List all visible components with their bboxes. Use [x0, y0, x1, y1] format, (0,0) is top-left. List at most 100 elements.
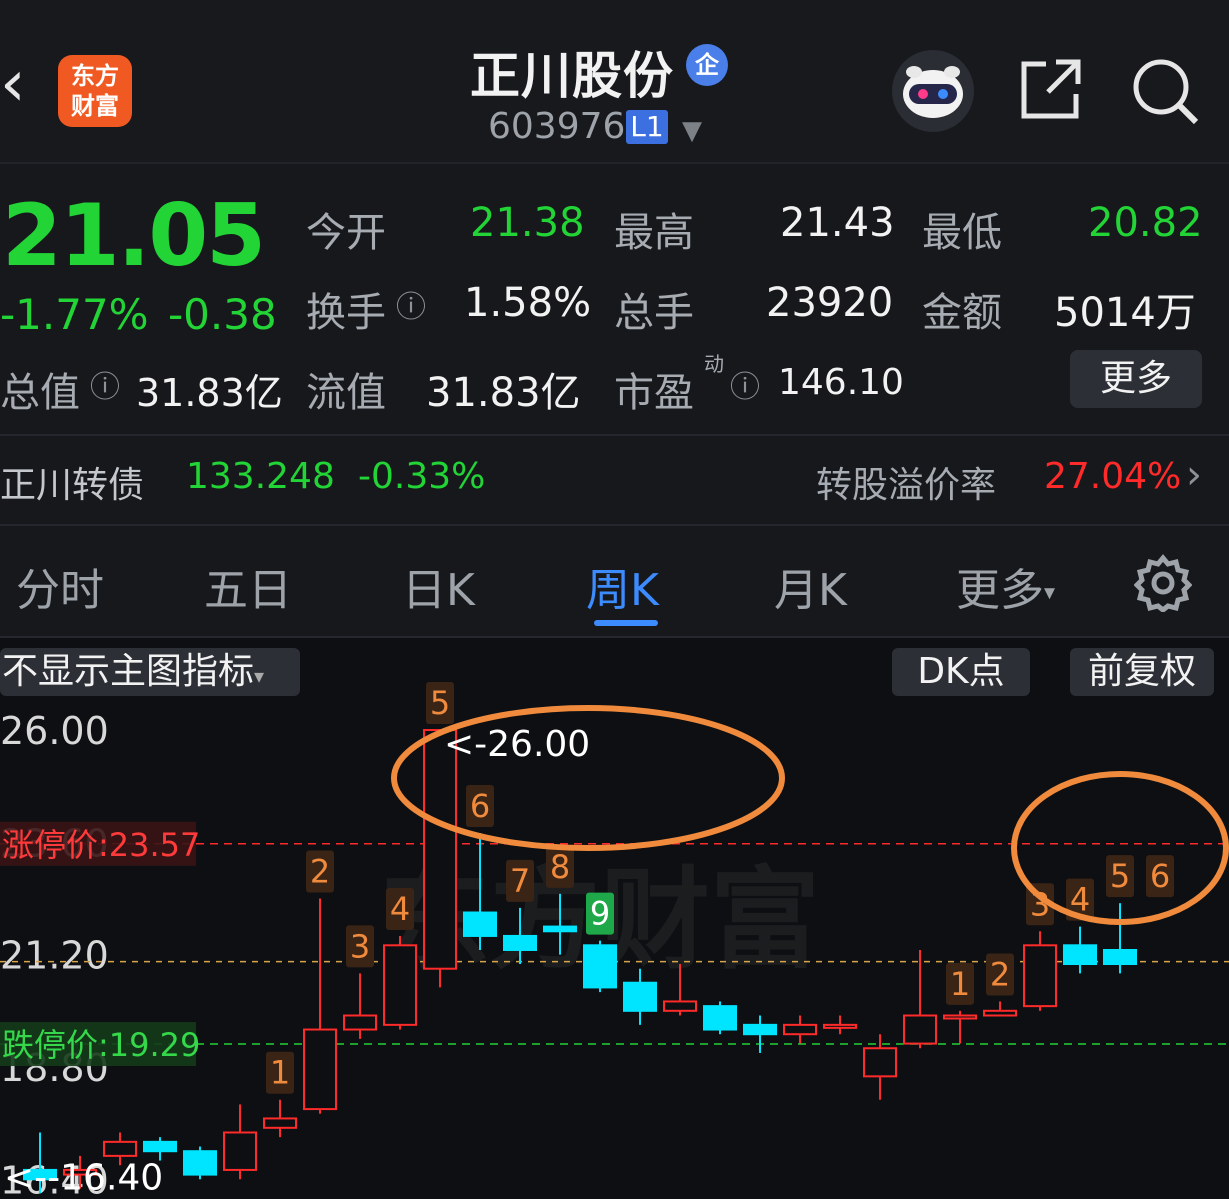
kline-chart-panel[interactable]: 不显示主图指标▾ DK点 前复权 东方财富 26.0023.6021.2018.…: [0, 638, 1229, 1199]
tab-five-day[interactable]: 五日: [204, 554, 292, 618]
candle-body: [463, 911, 497, 937]
td-count-label: 2: [990, 955, 1010, 993]
chart-period-tabs: 分时 五日 日K 周K 月K 更多▾: [0, 524, 1229, 638]
app-logo-text-bottom: 财富: [71, 92, 119, 120]
td-count-label: 3: [350, 927, 370, 965]
share-icon: [1021, 59, 1081, 119]
pe-dynamic-sup: 动: [704, 352, 724, 376]
app-logo[interactable]: 东方 财富: [58, 55, 132, 127]
candle-body: [983, 1009, 1017, 1017]
convertible-bond-row[interactable]: 正川转债 133.248 -0.33% 转股溢价率 27.04% ›: [0, 434, 1229, 526]
candle-body: [1063, 944, 1097, 966]
candle-body: [783, 1023, 817, 1036]
y-tick-label: 21.20: [0, 934, 109, 978]
candle-body: [143, 1140, 177, 1153]
td-count-label: 6: [1150, 857, 1170, 895]
candle-body: [743, 1023, 777, 1036]
caret-down-icon: ▾: [1044, 580, 1056, 606]
candle-body: [103, 1140, 137, 1157]
info-icon[interactable]: ⓘ: [730, 362, 760, 406]
candle-body: [663, 1000, 697, 1012]
candle-body: [583, 944, 617, 989]
active-tab-indicator: [594, 620, 658, 626]
tab-weekly-k[interactable]: 周K: [586, 554, 659, 618]
level-badge[interactable]: L1: [626, 110, 668, 144]
td-count-label: 5: [430, 684, 450, 722]
tab-monthly-k[interactable]: 月K: [774, 554, 847, 618]
float-cap-value: 31.83亿: [426, 370, 581, 416]
change-percent: -1.77%: [0, 290, 149, 339]
td-count-label: 4: [390, 890, 410, 928]
chevron-left-icon: ‹: [0, 47, 26, 121]
td-count-label: 1: [270, 1054, 290, 1092]
candle-body: [503, 934, 537, 951]
candle-body: [223, 1131, 257, 1171]
more-quote-button[interactable]: 更多: [1070, 350, 1202, 408]
volume-label: 总手: [614, 290, 694, 336]
premium-value: 27.04%: [1044, 456, 1182, 497]
turnover-value: 1.58%: [464, 280, 592, 326]
market-cap-label: 总值: [0, 370, 80, 416]
premium-label: 转股溢价率: [816, 465, 997, 506]
app-logo-text-top: 东方: [71, 62, 119, 90]
search-icon: [1133, 59, 1199, 125]
open-value: 21.38: [470, 200, 585, 246]
open-label: 今开: [306, 210, 386, 256]
bond-price: 133.248: [186, 456, 335, 497]
candle-body: [863, 1047, 897, 1078]
amount-value: 5014万: [1054, 290, 1196, 336]
limit-down-label: 跌停价:19.29: [2, 1026, 200, 1064]
enterprise-badge: 企: [686, 44, 728, 86]
candle-body: [1023, 944, 1057, 1008]
search-button[interactable]: [1130, 56, 1200, 126]
candle-body: [943, 1014, 977, 1020]
max-price-marker: <-26.00: [444, 724, 590, 765]
gear-icon: [1133, 554, 1193, 614]
robot-icon: [903, 66, 963, 118]
td-count-label: 5: [1110, 857, 1130, 895]
y-tick-label: 26.00: [0, 709, 109, 753]
info-icon[interactable]: ⓘ: [396, 282, 426, 326]
pe-label: 市盈: [614, 370, 694, 416]
volume-value: 23920: [766, 280, 894, 326]
limit-up-label: 涨停价:23.57: [2, 826, 200, 864]
candle-body: [703, 1005, 737, 1031]
info-icon[interactable]: ⓘ: [90, 362, 120, 406]
candle-body: [543, 925, 577, 933]
highlight-ellipse: [1011, 771, 1229, 925]
td-count-label: 1: [950, 965, 970, 1003]
pe-value: 146.10: [778, 362, 904, 403]
bond-name: 正川转债: [0, 465, 145, 506]
back-button[interactable]: ‹: [0, 52, 44, 124]
tab-more-label: 更多: [956, 565, 1044, 616]
candle-body: [1103, 948, 1137, 966]
amount-label: 金额: [922, 290, 1002, 336]
stock-code: 603976: [488, 106, 626, 147]
share-button[interactable]: [1018, 56, 1084, 122]
td-count-label: 9: [590, 895, 610, 933]
candle-body: [423, 729, 457, 970]
quote-panel: 21.05 -1.77% -0.38 今开 21.38 最高 21.43 最低 …: [0, 162, 1229, 436]
caret-down-icon[interactable]: ▼: [682, 116, 702, 146]
tab-intraday[interactable]: 分时: [16, 554, 104, 618]
td-count-label: 8: [550, 848, 570, 886]
candle-body: [623, 981, 657, 1012]
stock-name: 正川股份: [470, 47, 674, 105]
low-label: 最低: [922, 210, 1002, 256]
tab-daily-k[interactable]: 日K: [402, 554, 475, 618]
tab-more[interactable]: 更多▾: [956, 554, 1055, 618]
market-cap-value: 31.83亿: [136, 371, 283, 415]
td-count-label: 6: [470, 787, 490, 825]
kline-svg[interactable]: 东方财富 26.0023.6021.2018.8016.40涨停价:23.57跌…: [0, 638, 1229, 1199]
candle-body: [183, 1150, 217, 1176]
candle-body: [903, 1014, 937, 1045]
change-amount: -0.38: [168, 290, 277, 339]
turnover-label: 换手: [306, 290, 386, 336]
candle-body: [823, 1023, 857, 1029]
candle-body: [383, 944, 417, 1026]
assistant-robot-avatar[interactable]: [892, 50, 974, 132]
candle-body: [303, 1028, 337, 1111]
bond-change: -0.33%: [358, 456, 486, 497]
settings-button[interactable]: [1133, 554, 1193, 614]
td-count-label: 2: [310, 853, 330, 891]
